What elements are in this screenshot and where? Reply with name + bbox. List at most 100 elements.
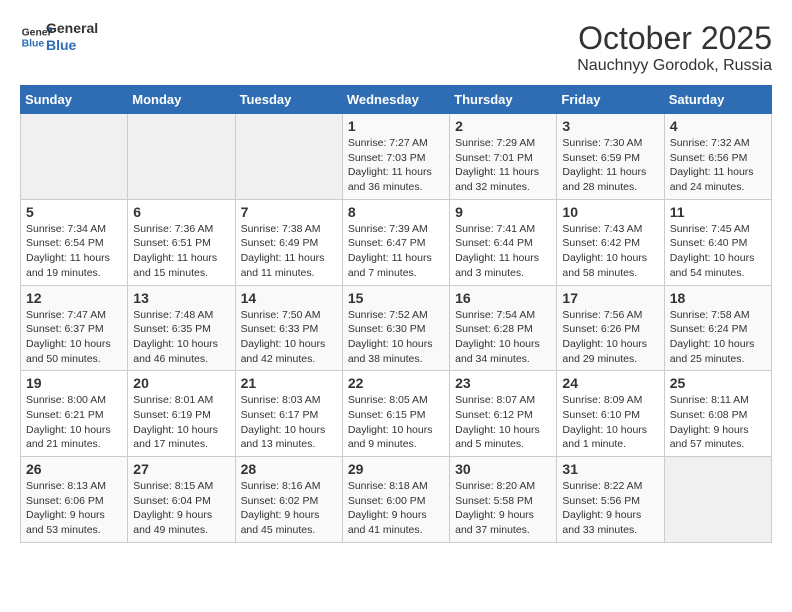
day-number: 10 bbox=[562, 204, 658, 220]
day-number: 23 bbox=[455, 375, 551, 391]
day-number: 13 bbox=[133, 290, 229, 306]
day-info: Sunrise: 7:36 AM Sunset: 6:51 PM Dayligh… bbox=[133, 222, 229, 281]
day-number: 20 bbox=[133, 375, 229, 391]
day-number: 9 bbox=[455, 204, 551, 220]
day-info: Sunrise: 7:34 AM Sunset: 6:54 PM Dayligh… bbox=[26, 222, 122, 281]
svg-text:Blue: Blue bbox=[22, 38, 45, 49]
title-section: October 2025 Nauchnyy Gorodok, Russia bbox=[577, 20, 772, 75]
day-info: Sunrise: 7:38 AM Sunset: 6:49 PM Dayligh… bbox=[241, 222, 337, 281]
week-row-2: 5Sunrise: 7:34 AM Sunset: 6:54 PM Daylig… bbox=[21, 199, 772, 285]
day-info: Sunrise: 8:18 AM Sunset: 6:00 PM Dayligh… bbox=[348, 479, 444, 538]
calendar-cell: 8 Sunrise: 7:39 AM Sunset: 6:47 PM Daylig… bbox=[342, 199, 449, 285]
calendar-cell bbox=[235, 114, 342, 200]
day-info: Sunrise: 8:15 AM Sunset: 6:04 PM Dayligh… bbox=[133, 479, 229, 538]
week-row-1: 1Sunrise: 7:27 AM Sunset: 7:03 PM Daylig… bbox=[21, 114, 772, 200]
calendar-cell: 6 Sunrise: 7:36 AM Sunset: 6:51 PM Daylig… bbox=[128, 199, 235, 285]
day-info: Sunrise: 7:43 AM Sunset: 6:42 PM Dayligh… bbox=[562, 222, 658, 281]
calendar-cell bbox=[664, 457, 771, 543]
day-number: 1 bbox=[348, 118, 444, 134]
calendar-cell: 20 Sunrise: 8:01 AM Sunset: 6:19 PM Dayli… bbox=[128, 371, 235, 457]
week-row-5: 26Sunrise: 8:13 AM Sunset: 6:06 PM Dayli… bbox=[21, 457, 772, 543]
day-number: 22 bbox=[348, 375, 444, 391]
day-number: 15 bbox=[348, 290, 444, 306]
day-info: Sunrise: 8:20 AM Sunset: 5:58 PM Dayligh… bbox=[455, 479, 551, 538]
calendar-cell: 31Sunrise: 8:22 AM Sunset: 5:56 PM Dayli… bbox=[557, 457, 664, 543]
calendar-cell: 27 Sunrise: 8:15 AM Sunset: 6:04 PM Dayli… bbox=[128, 457, 235, 543]
day-info: Sunrise: 8:09 AM Sunset: 6:10 PM Dayligh… bbox=[562, 393, 658, 452]
logo-line2: Blue bbox=[46, 37, 98, 54]
day-number: 2 bbox=[455, 118, 551, 134]
calendar-cell: 23 Sunrise: 8:07 AM Sunset: 6:12 PM Dayli… bbox=[450, 371, 557, 457]
day-info: Sunrise: 8:16 AM Sunset: 6:02 PM Dayligh… bbox=[241, 479, 337, 538]
day-info: Sunrise: 7:29 AM Sunset: 7:01 PM Dayligh… bbox=[455, 136, 551, 195]
calendar-cell: 15 Sunrise: 7:52 AM Sunset: 6:30 PM Dayli… bbox=[342, 285, 449, 371]
calendar-cell: 9 Sunrise: 7:41 AM Sunset: 6:44 PM Daylig… bbox=[450, 199, 557, 285]
day-info: Sunrise: 7:32 AM Sunset: 6:56 PM Dayligh… bbox=[670, 136, 766, 195]
day-number: 16 bbox=[455, 290, 551, 306]
day-info: Sunrise: 7:58 AM Sunset: 6:24 PM Dayligh… bbox=[670, 308, 766, 367]
calendar-cell: 3 Sunrise: 7:30 AM Sunset: 6:59 PM Daylig… bbox=[557, 114, 664, 200]
day-number: 11 bbox=[670, 204, 766, 220]
day-number: 6 bbox=[133, 204, 229, 220]
day-number: 28 bbox=[241, 461, 337, 477]
calendar-cell: 29Sunrise: 8:18 AM Sunset: 6:00 PM Dayli… bbox=[342, 457, 449, 543]
calendar-cell: 11 Sunrise: 7:45 AM Sunset: 6:40 PM Dayli… bbox=[664, 199, 771, 285]
calendar-cell: 30 Sunrise: 8:20 AM Sunset: 5:58 PM Dayli… bbox=[450, 457, 557, 543]
day-info: Sunrise: 8:22 AM Sunset: 5:56 PM Dayligh… bbox=[562, 479, 658, 538]
day-info: Sunrise: 7:39 AM Sunset: 6:47 PM Dayligh… bbox=[348, 222, 444, 281]
calendar-cell: 21 Sunrise: 8:03 AM Sunset: 6:17 PM Dayli… bbox=[235, 371, 342, 457]
day-info: Sunrise: 8:03 AM Sunset: 6:17 PM Dayligh… bbox=[241, 393, 337, 452]
calendar-table: SundayMondayTuesdayWednesdayThursdayFrid… bbox=[20, 85, 772, 543]
day-number: 4 bbox=[670, 118, 766, 134]
day-number: 27 bbox=[133, 461, 229, 477]
calendar-cell: 14Sunrise: 7:50 AM Sunset: 6:33 PM Dayli… bbox=[235, 285, 342, 371]
header-day-wednesday: Wednesday bbox=[342, 86, 449, 114]
calendar-cell: 2 Sunrise: 7:29 AM Sunset: 7:01 PM Daylig… bbox=[450, 114, 557, 200]
calendar-subtitle: Nauchnyy Gorodok, Russia bbox=[577, 57, 772, 75]
day-number: 17 bbox=[562, 290, 658, 306]
day-number: 8 bbox=[348, 204, 444, 220]
day-info: Sunrise: 7:41 AM Sunset: 6:44 PM Dayligh… bbox=[455, 222, 551, 281]
header-day-friday: Friday bbox=[557, 86, 664, 114]
header-day-thursday: Thursday bbox=[450, 86, 557, 114]
header-day-saturday: Saturday bbox=[664, 86, 771, 114]
calendar-cell: 17 Sunrise: 7:56 AM Sunset: 6:26 PM Dayli… bbox=[557, 285, 664, 371]
day-info: Sunrise: 7:45 AM Sunset: 6:40 PM Dayligh… bbox=[670, 222, 766, 281]
day-number: 7 bbox=[241, 204, 337, 220]
day-number: 21 bbox=[241, 375, 337, 391]
calendar-cell: 25 Sunrise: 8:11 AM Sunset: 6:08 PM Dayli… bbox=[664, 371, 771, 457]
calendar-cell: 24 Sunrise: 8:09 AM Sunset: 6:10 PM Dayli… bbox=[557, 371, 664, 457]
calendar-cell bbox=[128, 114, 235, 200]
week-row-4: 19Sunrise: 8:00 AM Sunset: 6:21 PM Dayli… bbox=[21, 371, 772, 457]
day-number: 30 bbox=[455, 461, 551, 477]
day-info: Sunrise: 8:07 AM Sunset: 6:12 PM Dayligh… bbox=[455, 393, 551, 452]
calendar-cell: 28 Sunrise: 8:16 AM Sunset: 6:02 PM Dayli… bbox=[235, 457, 342, 543]
calendar-cell: 7 Sunrise: 7:38 AM Sunset: 6:49 PM Daylig… bbox=[235, 199, 342, 285]
calendar-cell: 16 Sunrise: 7:54 AM Sunset: 6:28 PM Dayli… bbox=[450, 285, 557, 371]
day-number: 24 bbox=[562, 375, 658, 391]
day-info: Sunrise: 7:48 AM Sunset: 6:35 PM Dayligh… bbox=[133, 308, 229, 367]
calendar-title: October 2025 bbox=[577, 20, 772, 57]
week-row-3: 12Sunrise: 7:47 AM Sunset: 6:37 PM Dayli… bbox=[21, 285, 772, 371]
day-info: Sunrise: 7:56 AM Sunset: 6:26 PM Dayligh… bbox=[562, 308, 658, 367]
calendar-cell: 10 Sunrise: 7:43 AM Sunset: 6:42 PM Dayli… bbox=[557, 199, 664, 285]
day-info: Sunrise: 8:13 AM Sunset: 6:06 PM Dayligh… bbox=[26, 479, 122, 538]
header-day-tuesday: Tuesday bbox=[235, 86, 342, 114]
header-day-monday: Monday bbox=[128, 86, 235, 114]
day-info: Sunrise: 8:11 AM Sunset: 6:08 PM Dayligh… bbox=[670, 393, 766, 452]
day-info: Sunrise: 8:05 AM Sunset: 6:15 PM Dayligh… bbox=[348, 393, 444, 452]
calendar-cell: 22 Sunrise: 8:05 AM Sunset: 6:15 PM Dayli… bbox=[342, 371, 449, 457]
day-info: Sunrise: 8:01 AM Sunset: 6:19 PM Dayligh… bbox=[133, 393, 229, 452]
day-info: Sunrise: 7:52 AM Sunset: 6:30 PM Dayligh… bbox=[348, 308, 444, 367]
calendar-cell: 4 Sunrise: 7:32 AM Sunset: 6:56 PM Daylig… bbox=[664, 114, 771, 200]
day-info: Sunrise: 7:54 AM Sunset: 6:28 PM Dayligh… bbox=[455, 308, 551, 367]
day-info: Sunrise: 8:00 AM Sunset: 6:21 PM Dayligh… bbox=[26, 393, 122, 452]
day-number: 25 bbox=[670, 375, 766, 391]
calendar-cell: 13 Sunrise: 7:48 AM Sunset: 6:35 PM Dayli… bbox=[128, 285, 235, 371]
day-number: 3 bbox=[562, 118, 658, 134]
calendar-cell: 1Sunrise: 7:27 AM Sunset: 7:03 PM Daylig… bbox=[342, 114, 449, 200]
header-row: SundayMondayTuesdayWednesdayThursdayFrid… bbox=[21, 86, 772, 114]
day-info: Sunrise: 7:30 AM Sunset: 6:59 PM Dayligh… bbox=[562, 136, 658, 195]
calendar-cell: 19Sunrise: 8:00 AM Sunset: 6:21 PM Dayli… bbox=[21, 371, 128, 457]
header-day-sunday: Sunday bbox=[21, 86, 128, 114]
